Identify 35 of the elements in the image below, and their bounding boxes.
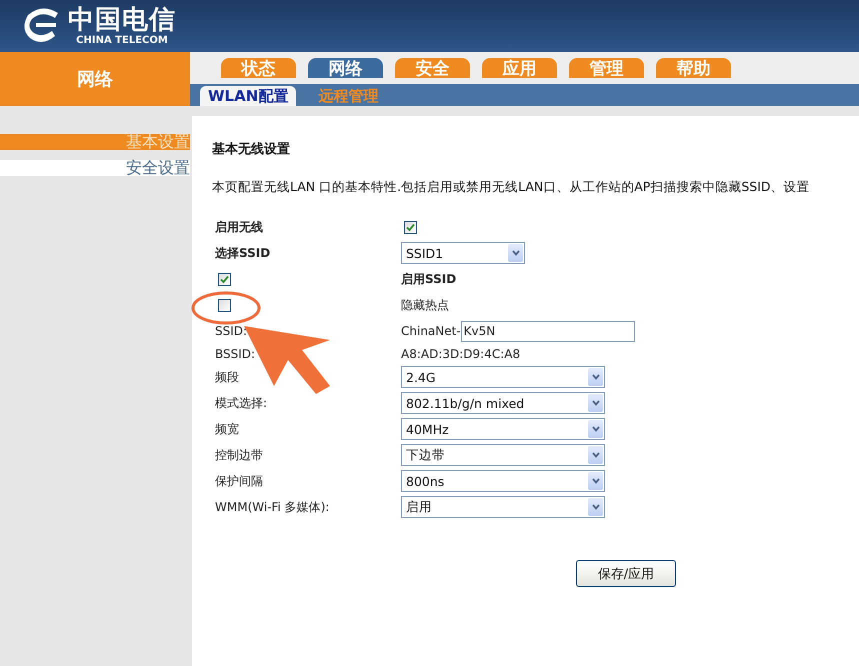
section-title: 网络: [0, 52, 190, 106]
logo-subtitle: CHINA TELECOM: [76, 35, 168, 47]
field-label: 启用SSID: [401, 270, 456, 288]
field-label: 频段: [215, 368, 239, 386]
field-label: 启用无线: [215, 218, 263, 236]
checkbox[interactable]: [218, 298, 231, 312]
dropdown-select[interactable]: 802.11b/g/n mixed: [401, 392, 605, 414]
field-label: 选择SSID: [215, 244, 270, 262]
nav-tab[interactable]: 网络: [308, 58, 383, 78]
field-label: 保护间隔: [215, 472, 263, 490]
field-label: 频宽: [215, 420, 239, 438]
bssid-value: A8:AD:3D:D9:4C:A8: [401, 347, 520, 361]
sub-tab[interactable]: WLAN配置: [200, 86, 296, 106]
dropdown-select[interactable]: SSID1: [401, 242, 525, 264]
page-title: 基本无线设置: [212, 141, 291, 158]
field-label: 隐藏热点: [401, 296, 449, 314]
checkbox[interactable]: [404, 220, 417, 234]
field-label: 控制边带: [215, 446, 263, 464]
sidebar-item[interactable]: 安全设置: [0, 160, 190, 176]
page-description: 本页配置无线LAN 口的基本特性.包括启用或禁用无线LAN口、从工作站的AP扫描搜索中隐藏SSID、设置: [212, 179, 811, 196]
ssid-input[interactable]: Kv5N: [460, 320, 635, 342]
ssid-prefix: ChinaNet-: [401, 324, 461, 338]
field-label: WMM(Wi-Fi 多媒体):: [215, 498, 330, 516]
dropdown-select[interactable]: 40MHz: [401, 418, 605, 440]
field-label: SSID:: [215, 324, 248, 338]
dropdown-select[interactable]: 启用: [401, 496, 605, 518]
checkbox[interactable]: [218, 272, 231, 286]
dropdown-select[interactable]: 下边带: [401, 444, 605, 466]
save-apply-button[interactable]: 保存/应用: [576, 560, 676, 587]
field-label: BSSID:: [215, 347, 256, 361]
field-label: 模式选择:: [215, 394, 268, 412]
dropdown-select[interactable]: 800ns: [401, 470, 605, 492]
highlight-circle: [192, 292, 260, 324]
logo-text: 中国电信: [68, 5, 176, 35]
dropdown-select[interactable]: 2.4G: [401, 366, 605, 388]
